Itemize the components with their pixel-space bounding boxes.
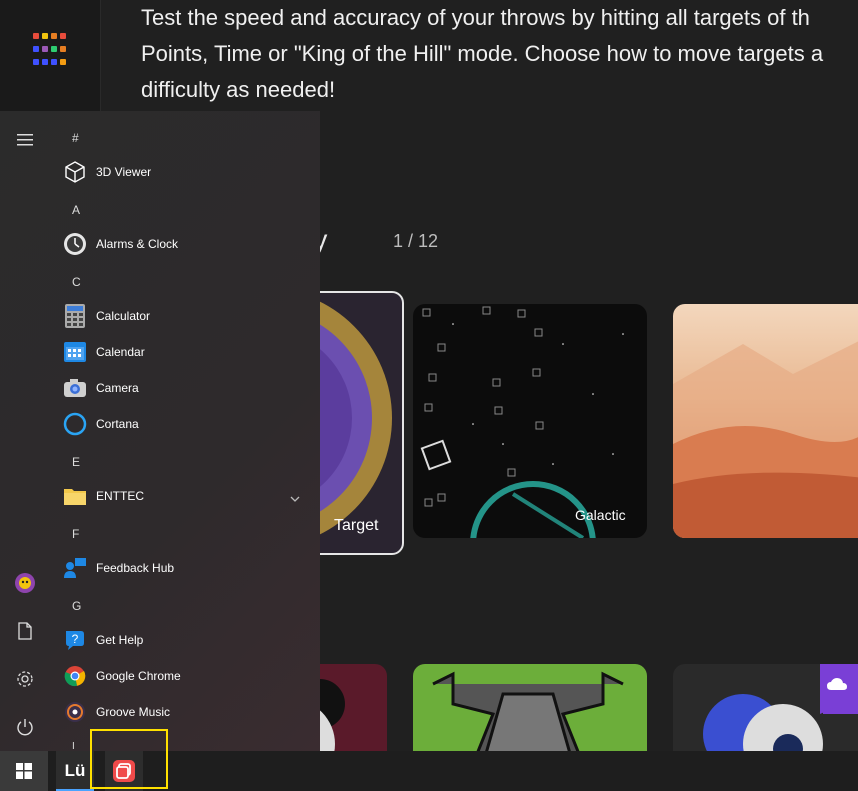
- taskbar-app-lu[interactable]: Lü: [56, 751, 94, 791]
- power-icon[interactable]: [10, 712, 40, 742]
- settings-gear-icon[interactable]: [10, 664, 40, 694]
- app-calendar[interactable]: Calendar: [60, 334, 318, 370]
- app-label: Alarms & Clock: [96, 237, 179, 251]
- app-label: Cortana: [96, 417, 139, 431]
- description-line: Test the speed and accuracy of your thro…: [141, 5, 810, 30]
- app-groove-music[interactable]: Groove Music: [60, 694, 318, 730]
- weather-widget-icon[interactable]: [820, 664, 854, 714]
- hamburger-menu-icon[interactable]: [10, 125, 40, 155]
- calculator-icon: [63, 304, 87, 328]
- section-letter[interactable]: #: [72, 131, 79, 145]
- card-label: Target: [334, 517, 379, 534]
- help-icon: ?: [63, 628, 87, 652]
- app-3d-viewer[interactable]: 3D Viewer: [60, 154, 318, 190]
- section-letter[interactable]: I: [72, 741, 75, 751]
- app-feedback-hub[interactable]: Feedback Hub: [60, 550, 318, 586]
- lu-app-label: Lü: [64, 761, 86, 780]
- app-cortana[interactable]: Cortana: [60, 406, 318, 442]
- card-desert[interactable]: [673, 304, 858, 538]
- app-label: Groove Music: [96, 705, 171, 719]
- section-letter[interactable]: C: [72, 275, 81, 289]
- windows-logo-icon: [16, 763, 32, 779]
- app-label: Camera: [96, 381, 139, 395]
- start-rail: [0, 111, 50, 751]
- svg-text:?: ?: [72, 632, 79, 646]
- app-label: Calendar: [96, 345, 145, 359]
- documents-icon[interactable]: [10, 616, 40, 646]
- card-label: Galactic: [575, 507, 626, 523]
- description-line: difficulty as needed!: [141, 77, 336, 102]
- app-grid-icon[interactable]: [33, 33, 69, 69]
- app-google-chrome[interactable]: Google Chrome: [60, 658, 318, 694]
- page-indicator: 1 / 12: [393, 231, 439, 251]
- app-label: Feedback Hub: [96, 561, 175, 575]
- start-menu: # 3D Viewer A Alarms & Clock C Calculato…: [0, 111, 320, 751]
- user-avatar[interactable]: [10, 568, 40, 598]
- app-camera[interactable]: Camera: [60, 370, 318, 406]
- calendar-icon: [63, 340, 87, 364]
- section-letter[interactable]: F: [72, 527, 79, 541]
- app-calculator[interactable]: Calculator: [60, 298, 318, 334]
- app-label: 3D Viewer: [96, 165, 152, 179]
- folder-icon: [63, 484, 87, 508]
- robot-image: [432, 671, 624, 764]
- card-robot[interactable]: [413, 664, 647, 764]
- galactic-image: [420, 306, 624, 538]
- app-label: Get Help: [96, 633, 144, 647]
- app-label: Google Chrome: [96, 669, 181, 683]
- chrome-icon: [63, 664, 87, 688]
- section-letter[interactable]: E: [72, 455, 80, 469]
- highlight-box: [90, 729, 168, 789]
- camera-icon: [63, 376, 87, 400]
- app-alarms-clock[interactable]: Alarms & Clock: [60, 226, 318, 262]
- app-get-help[interactable]: ? Get Help: [60, 622, 318, 658]
- chevron-down-icon[interactable]: [290, 490, 300, 508]
- music-icon: [63, 700, 87, 724]
- clock-icon: [63, 232, 87, 256]
- app-label: ENTTEC: [96, 489, 144, 503]
- cortana-icon: [63, 412, 87, 436]
- activity-description: Test the speed and accuracy of your thro…: [141, 0, 858, 108]
- app-enttec-folder[interactable]: ENTTEC: [60, 478, 318, 514]
- app-label: Calculator: [96, 309, 151, 323]
- description-line: Points, Time or "King of the Hill" mode.…: [141, 41, 824, 66]
- cube-icon: [63, 160, 87, 184]
- desert-image: [673, 341, 858, 538]
- card-galactic[interactable]: Galactic: [413, 304, 647, 538]
- section-letter[interactable]: G: [72, 599, 81, 613]
- section-letter[interactable]: A: [72, 203, 80, 217]
- windows-start-button[interactable]: [0, 751, 48, 791]
- feedback-icon: [63, 556, 87, 580]
